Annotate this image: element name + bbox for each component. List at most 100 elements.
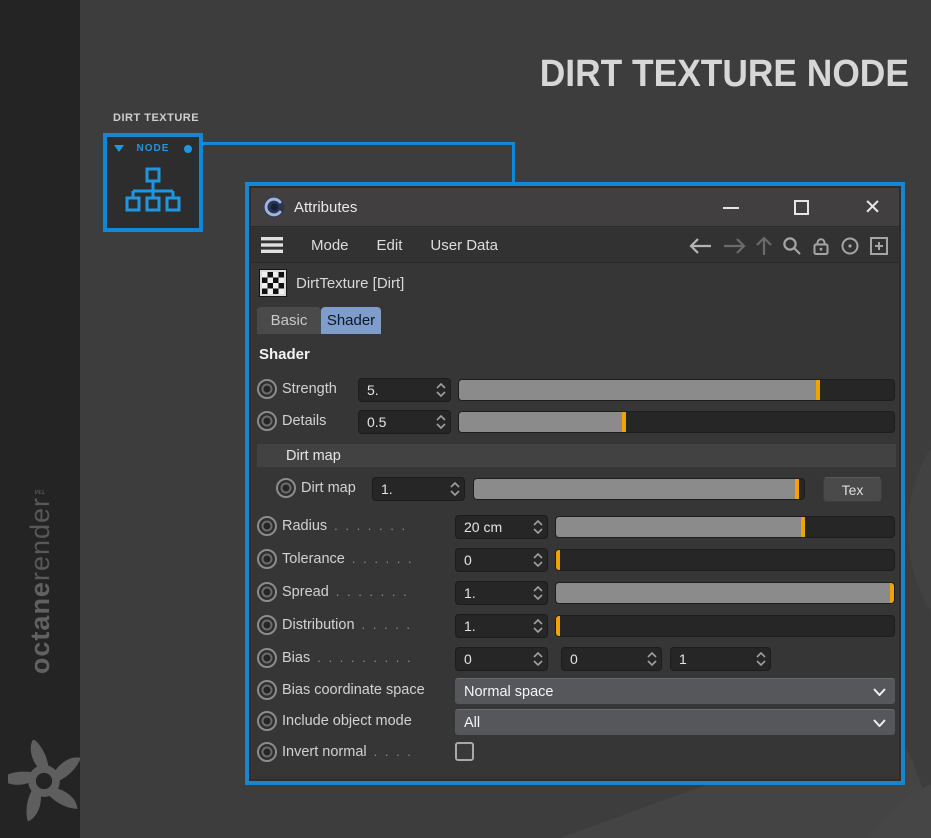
bias-x-input[interactable]: 0 (455, 647, 548, 671)
param-label: Dirt map (301, 480, 356, 496)
cinema4d-logo-icon (263, 196, 285, 218)
bias-z-value: 1 (679, 651, 687, 667)
invert-normal-checkbox[interactable] (455, 742, 474, 761)
param-row-dirt-map: Dirt map 1. Tex (249, 476, 901, 502)
sidebar: octanerender™ (0, 0, 80, 838)
node-connection-wire (203, 142, 515, 145)
animation-dot-icon[interactable] (257, 411, 277, 431)
node-caption: DIRT TEXTURE (113, 112, 199, 124)
animation-dot-icon[interactable] (257, 582, 277, 602)
brand-render: render (25, 497, 55, 581)
spread-input[interactable]: 1. (455, 581, 548, 605)
stepper-icon[interactable] (533, 618, 543, 634)
slider-handle[interactable] (795, 479, 799, 499)
node-connection-wire (512, 142, 515, 184)
slider-handle[interactable] (890, 583, 894, 603)
distribution-input[interactable]: 1. (455, 614, 548, 638)
window-title-bar[interactable]: Attributes ✕ (251, 188, 899, 227)
dirt-texture-node[interactable]: NODE (103, 133, 203, 232)
animation-dot-icon[interactable] (257, 379, 277, 399)
radius-input[interactable]: 20 cm (455, 515, 548, 539)
param-label: Distribution. . . . . (282, 617, 412, 633)
dotted-leader: . . . . . . (352, 551, 414, 566)
spread-slider[interactable] (555, 582, 895, 604)
radius-slider[interactable] (555, 516, 895, 538)
strength-input[interactable]: 5. (358, 378, 451, 402)
close-icon[interactable]: ✕ (864, 199, 881, 216)
tab-shader[interactable]: Shader (321, 307, 381, 334)
param-row-bias: Bias. . . . . . . . . 0 0 1 (249, 646, 901, 672)
object-name: DirtTexture [Dirt] (296, 275, 404, 292)
group-header-dirt-map[interactable]: Dirt map (257, 444, 896, 467)
animation-dot-icon[interactable] (257, 648, 277, 668)
slider-handle[interactable] (556, 616, 560, 636)
animation-dot-icon[interactable] (257, 516, 277, 536)
menu-item-user-data[interactable]: User Data (430, 237, 498, 254)
tolerance-slider[interactable] (555, 549, 895, 571)
tab-basic[interactable]: Basic (257, 307, 321, 334)
dirt-map-slider[interactable] (473, 478, 805, 500)
stepper-icon[interactable] (647, 651, 657, 667)
param-label: Invert normal. . . . (282, 744, 413, 760)
stepper-icon[interactable] (436, 382, 446, 398)
animation-dot-icon[interactable] (257, 711, 277, 731)
slider-handle[interactable] (556, 550, 560, 570)
menu-item-edit[interactable]: Edit (377, 237, 403, 254)
slider-handle[interactable] (801, 517, 805, 537)
lock-icon[interactable] (811, 236, 831, 256)
stepper-icon[interactable] (756, 651, 766, 667)
back-arrow-icon[interactable] (689, 237, 713, 255)
param-label: Spread. . . . . . . (282, 584, 409, 600)
object-row[interactable]: DirtTexture [Dirt] (251, 264, 899, 302)
maximize-icon[interactable] (793, 199, 810, 216)
strength-value: 5. (367, 382, 379, 398)
animation-dot-icon[interactable] (257, 615, 277, 635)
animation-dot-icon[interactable] (257, 680, 277, 700)
stepper-icon[interactable] (533, 651, 543, 667)
target-icon[interactable] (840, 236, 860, 256)
tolerance-value: 0 (464, 552, 472, 568)
distribution-slider[interactable] (555, 615, 895, 637)
minimize-icon[interactable] (722, 199, 739, 216)
details-slider[interactable] (458, 411, 895, 433)
param-row-radius: Radius. . . . . . . 20 cm (249, 514, 901, 540)
search-icon[interactable] (782, 236, 802, 256)
selected-option: All (464, 715, 480, 731)
strength-slider[interactable] (458, 379, 895, 401)
up-arrow-icon[interactable] (755, 236, 773, 256)
stepper-icon[interactable] (450, 481, 460, 497)
stepper-icon[interactable] (533, 519, 543, 535)
menu-bar: Mode Edit User Data (251, 228, 899, 263)
param-row-tolerance: Tolerance. . . . . . 0 (249, 547, 901, 573)
tolerance-input[interactable]: 0 (455, 548, 548, 572)
add-icon[interactable] (869, 236, 889, 256)
tex-button[interactable]: Tex (823, 477, 882, 502)
window-title: Attributes (294, 199, 357, 216)
brand-wordmark: octanerender™ (0, 408, 80, 748)
stepper-icon[interactable] (533, 552, 543, 568)
bias-coordinate-space-select[interactable]: Normal space (455, 678, 895, 704)
slider-handle[interactable] (816, 380, 820, 400)
param-row-distribution: Distribution. . . . . 1. (249, 613, 901, 639)
animation-dot-icon[interactable] (276, 478, 296, 498)
hamburger-menu-icon[interactable] (261, 237, 283, 253)
animation-dot-icon[interactable] (257, 549, 277, 569)
param-label: Include object mode (282, 713, 412, 729)
bias-z-input[interactable]: 1 (670, 647, 771, 671)
background-swirl-shape (908, 370, 931, 690)
details-input[interactable]: 0.5 (358, 410, 451, 434)
include-object-mode-select[interactable]: All (455, 709, 895, 735)
dotted-leader: . . . . . . . (336, 584, 409, 599)
stepper-icon[interactable] (533, 585, 543, 601)
forward-arrow-icon[interactable] (722, 237, 746, 255)
dirt-map-input[interactable]: 1. (372, 477, 465, 501)
param-row-details: Details 0.5 (249, 409, 901, 435)
node-output-port[interactable] (184, 145, 192, 153)
slider-handle[interactable] (622, 412, 626, 432)
bias-y-input[interactable]: 0 (561, 647, 662, 671)
dotted-leader: . . . . . . . (334, 518, 407, 533)
animation-dot-icon[interactable] (257, 742, 277, 762)
param-row-bias-coordinate-space: Bias coordinate space Normal space (249, 678, 901, 704)
stepper-icon[interactable] (436, 414, 446, 430)
menu-item-mode[interactable]: Mode (311, 237, 349, 254)
